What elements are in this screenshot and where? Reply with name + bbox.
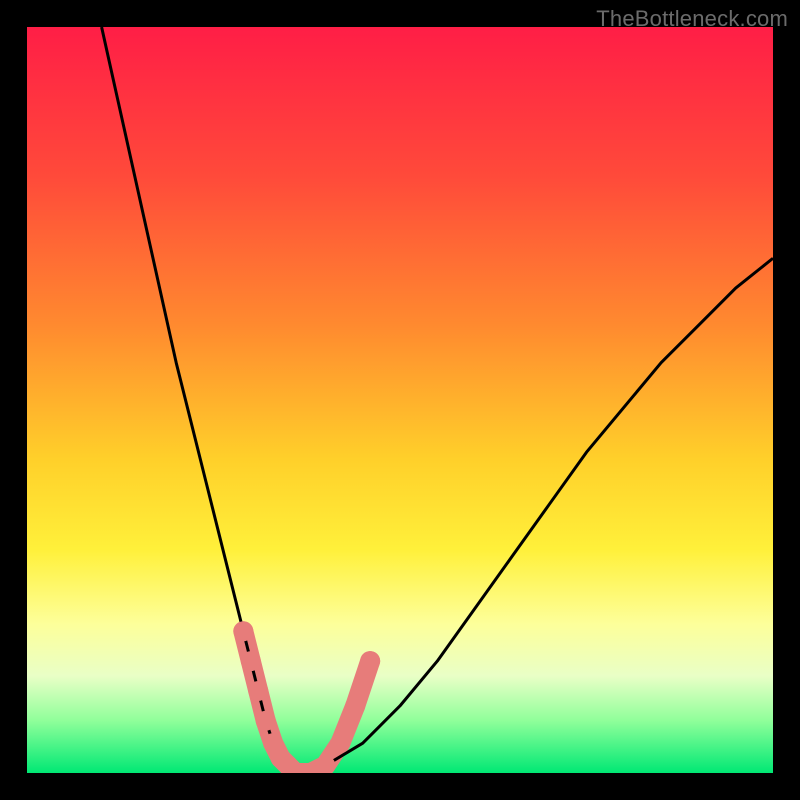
plot-area bbox=[27, 27, 773, 773]
gradient-background bbox=[27, 27, 773, 773]
data-marker bbox=[345, 696, 365, 716]
data-marker bbox=[241, 651, 261, 671]
chart-frame: TheBottleneck.com bbox=[0, 0, 800, 800]
data-marker bbox=[256, 711, 276, 731]
data-marker bbox=[330, 733, 350, 753]
bottleneck-chart bbox=[27, 27, 773, 773]
data-marker bbox=[248, 681, 268, 701]
data-marker bbox=[360, 651, 380, 671]
watermark-label: TheBottleneck.com bbox=[596, 6, 788, 32]
data-marker bbox=[233, 621, 253, 641]
